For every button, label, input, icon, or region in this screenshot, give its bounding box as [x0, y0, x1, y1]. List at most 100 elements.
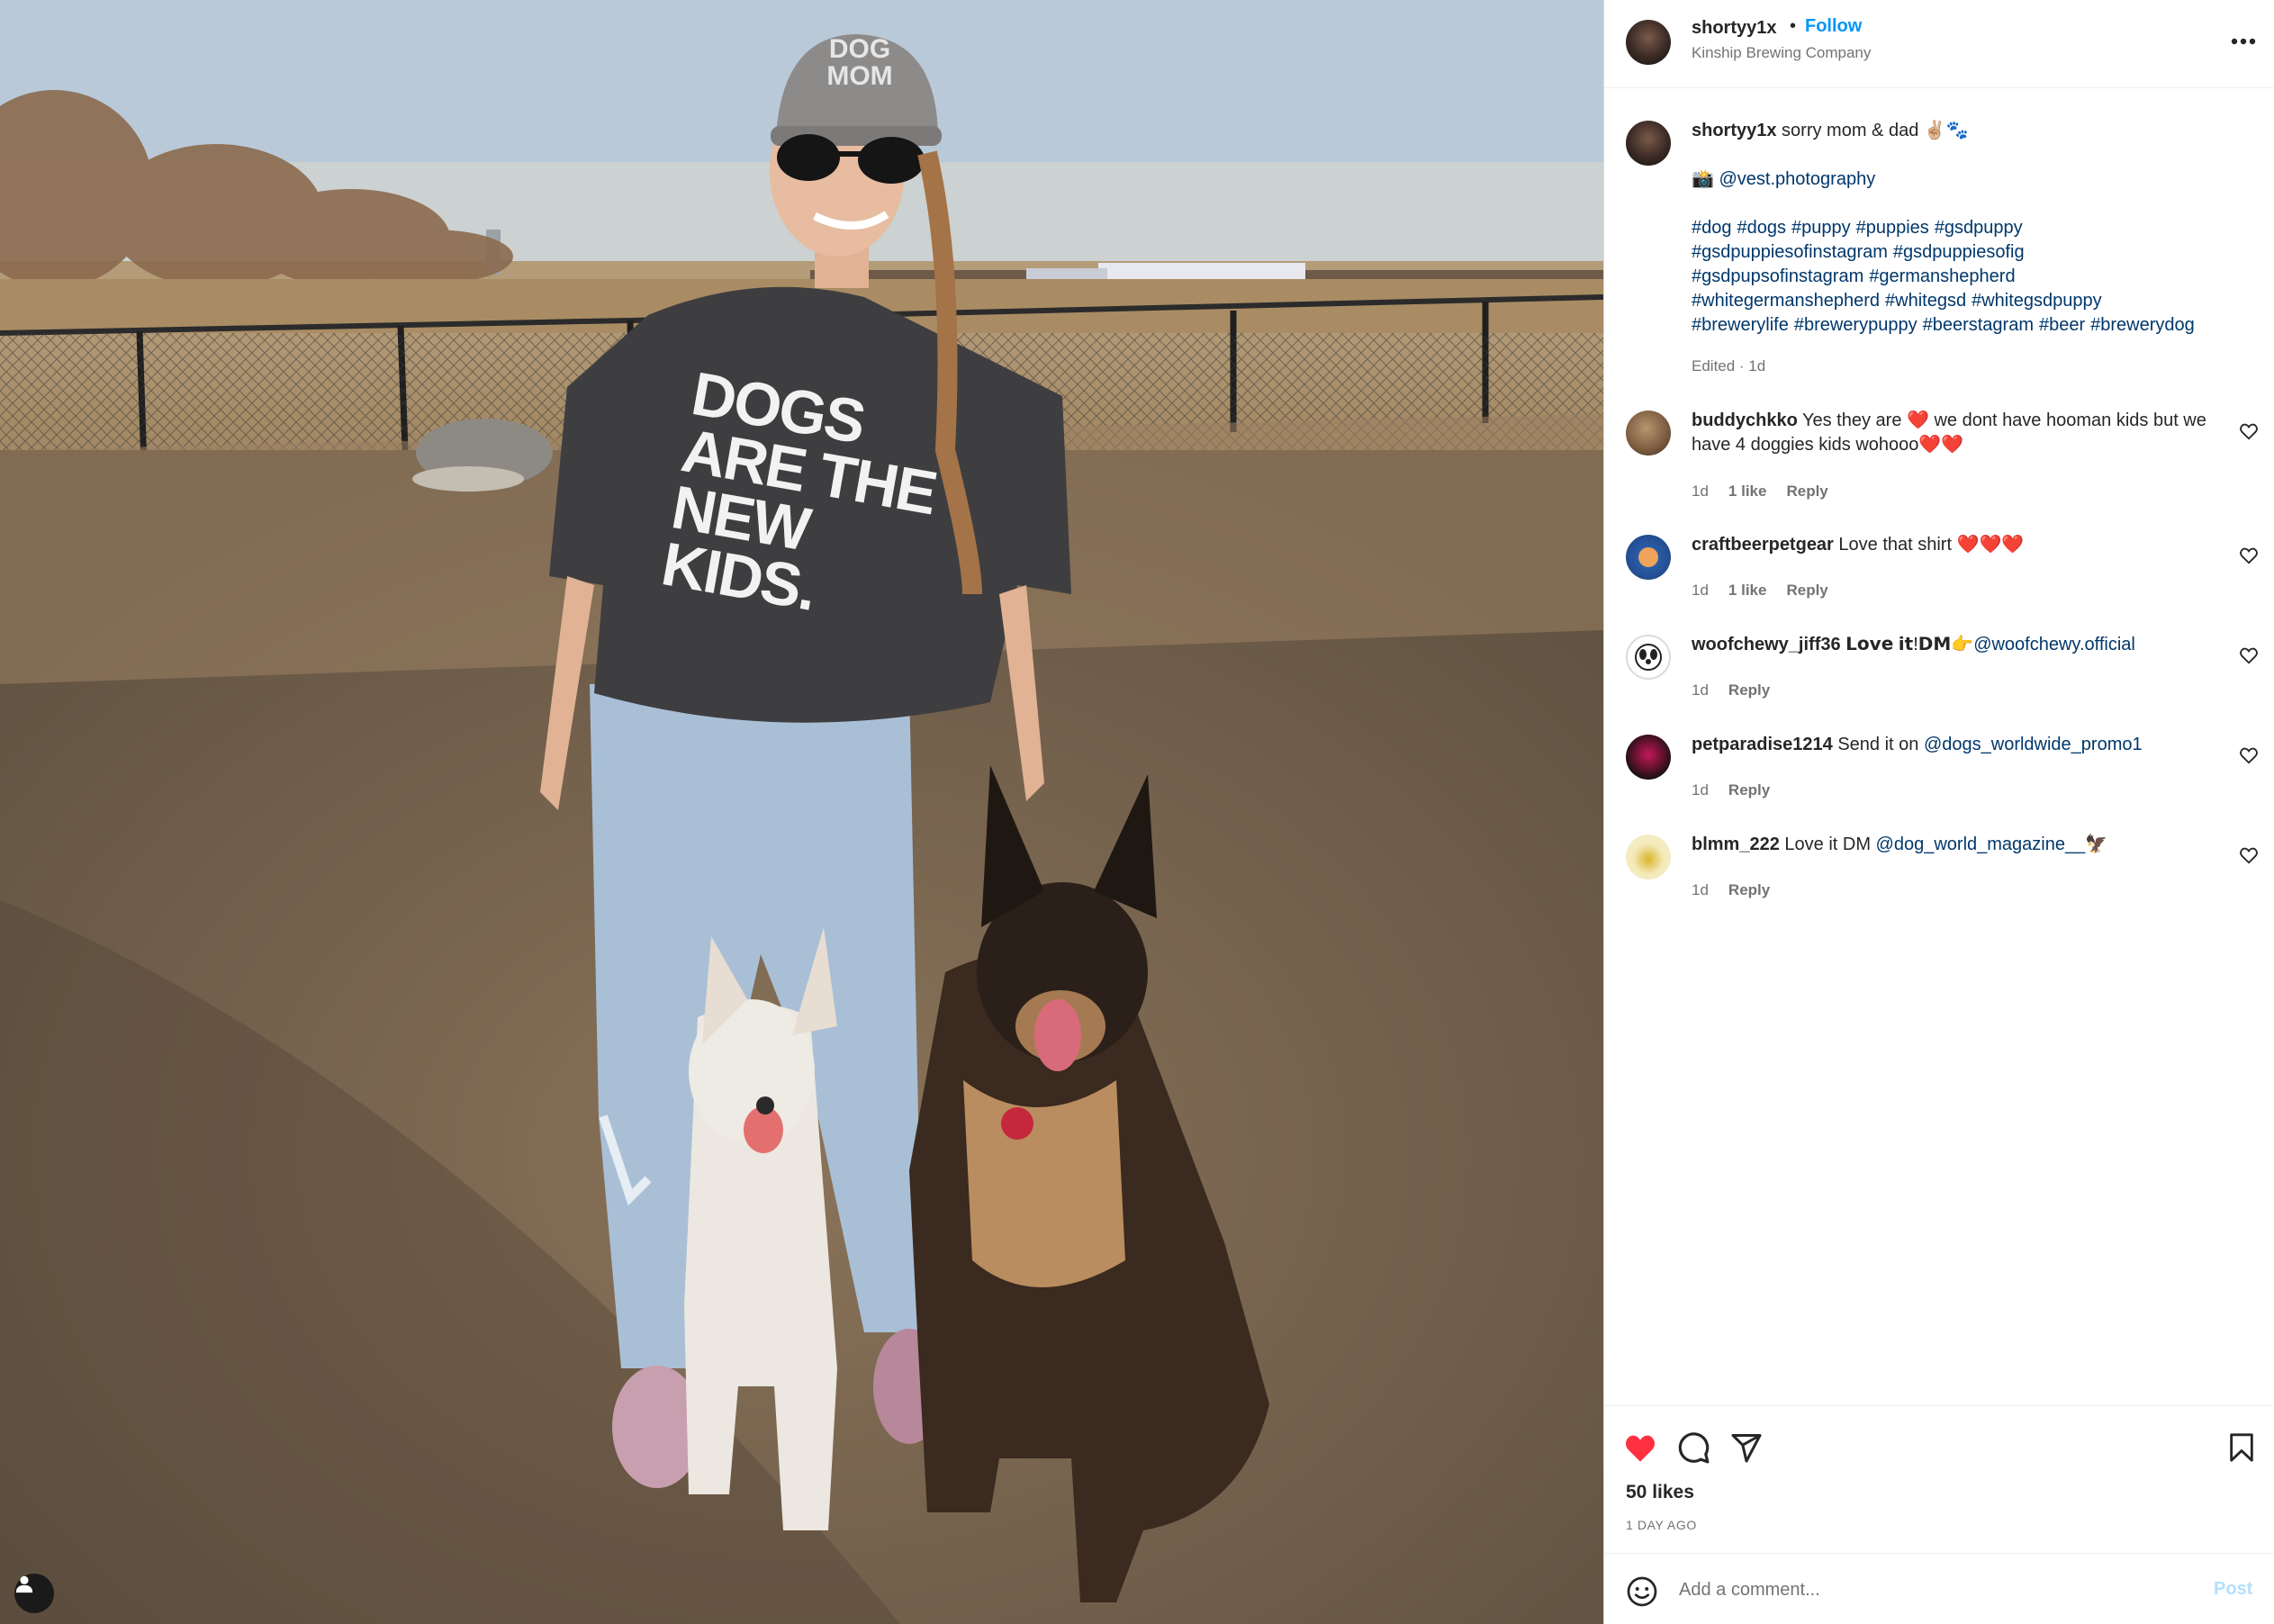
comment-time: 1d: [1692, 781, 1709, 798]
comment-text: blmm_222 Love it DM @dog_world_magazine_…: [1692, 833, 2223, 857]
comment-body: 𝗟𝗼𝘃𝗲 𝗶𝘁!𝗗𝗠👉: [1840, 635, 1974, 654]
hashtag[interactable]: #gsdpupsofinstagram: [1692, 266, 1863, 286]
hashtag[interactable]: #puppy: [1791, 218, 1851, 238]
user-tag-icon: [15, 1575, 33, 1593]
comment-reply-button[interactable]: Reply: [1728, 781, 1770, 798]
author-username[interactable]: shortyy1x: [1692, 18, 1777, 39]
follow-button[interactable]: Follow: [1805, 16, 1862, 37]
comment-time: 1d: [1692, 681, 1709, 699]
comment-time: 1d: [1692, 582, 1709, 599]
post-date: 1 DAY AGO: [1626, 1518, 1697, 1532]
comment-likes[interactable]: 1 like: [1728, 582, 1767, 599]
comment-text: woofchewy_jiff36 𝗟𝗼𝘃𝗲 𝗶𝘁!𝗗𝗠👉@woofchewy.o…: [1692, 633, 2223, 657]
comment-like-icon[interactable]: [2239, 645, 2259, 665]
comment-like-icon[interactable]: [2239, 421, 2259, 441]
comment-like-icon[interactable]: [2239, 546, 2259, 565]
comment-reply-button[interactable]: Reply: [1728, 881, 1770, 898]
hashtag[interactable]: #whitegermanshepherd: [1692, 291, 1880, 311]
comment-emoji: 🦅: [2085, 835, 2108, 854]
camera-emoji: 📸: [1692, 169, 1714, 189]
caption-username[interactable]: shortyy1x: [1692, 121, 1777, 140]
comment-meta: 1d Reply: [1692, 681, 1790, 699]
commenter-avatar[interactable]: [1626, 735, 1671, 780]
comment-meta: 1d Reply: [1692, 781, 1790, 799]
more-options-icon: [2231, 38, 2256, 45]
post-location[interactable]: Kinship Brewing Company: [1692, 44, 1871, 62]
user-tag-button[interactable]: [14, 1574, 54, 1613]
photo-credit-mention[interactable]: @vest.photography: [1719, 169, 1875, 189]
hashtag[interactable]: #gsdpuppiesofig: [1893, 242, 2025, 262]
photo-scene: [0, 0, 1603, 1624]
hashtag[interactable]: #whitegsd: [1885, 291, 1966, 311]
comment-meta: 1d 1 like Reply: [1692, 582, 1848, 600]
comment-reply-button[interactable]: Reply: [1786, 582, 1827, 599]
comment-time: 1d: [1692, 881, 1709, 898]
add-comment-bar: Post: [1604, 1553, 2274, 1624]
comment-like-icon[interactable]: [2239, 845, 2259, 865]
comment-body: Send it on: [1832, 735, 1924, 754]
caption-body: sorry mom & dad ✌🏼🐾: [1776, 121, 1969, 140]
commenter-avatar[interactable]: [1626, 411, 1671, 456]
caption-avatar[interactable]: [1626, 121, 1671, 166]
hashtag[interactable]: #beer: [2039, 315, 2085, 335]
hashtag[interactable]: #puppies: [1856, 218, 1929, 238]
commenter-username[interactable]: woofchewy_jiff36: [1692, 635, 1841, 654]
comment-text: petparadise1214 Send it on @dogs_worldwi…: [1692, 733, 2223, 757]
comment-meta: 1d Reply: [1692, 881, 1790, 899]
bookmark-icon: [2230, 1433, 2253, 1462]
share-button[interactable]: [1727, 1428, 1766, 1467]
hat-text: DOG MOM: [815, 36, 905, 90]
likes-count[interactable]: 50 likes: [1626, 1482, 1694, 1503]
comment-likes[interactable]: 1 like: [1728, 483, 1767, 500]
like-button[interactable]: [1620, 1428, 1660, 1467]
shirt-text: DOGS ARE THE NEW KIDS.: [657, 359, 964, 638]
hashtag[interactable]: #gsdpuppy: [1935, 218, 2023, 238]
post-actions: 50 likes 1 DAY AGO: [1604, 1405, 2274, 1540]
commenter-avatar[interactable]: [1626, 835, 1671, 880]
heart-filled-icon: [1625, 1435, 1656, 1462]
post-header: shortyy1x • Follow Kinship Brewing Compa…: [1604, 0, 2274, 88]
commenter-username[interactable]: petparadise1214: [1692, 735, 1833, 754]
comment-text: buddychkko Yes they are ❤️ we dont have …: [1692, 409, 2223, 457]
comment-mention[interactable]: @dogs_worldwide_promo1: [1924, 735, 2143, 754]
hashtag[interactable]: #brewerydog: [2090, 315, 2195, 335]
more-options-button[interactable]: [2225, 23, 2261, 59]
paper-plane-icon: [1731, 1434, 1762, 1463]
comment-reply-button[interactable]: Reply: [1728, 681, 1770, 699]
comment-input[interactable]: [1679, 1572, 2165, 1608]
comment-reply-button[interactable]: Reply: [1786, 483, 1827, 500]
commenter-avatar[interactable]: [1626, 535, 1671, 580]
comment-body: Love that shirt ❤️❤️❤️: [1833, 535, 2025, 555]
emoji-button[interactable]: [1624, 1574, 1660, 1610]
post-photo[interactable]: DOG MOM DOGS ARE THE NEW KIDS.: [0, 0, 1603, 1624]
commenter-avatar[interactable]: [1626, 635, 1671, 680]
comment-mention[interactable]: @dog_world_magazine__: [1876, 835, 2086, 854]
hashtag[interactable]: #brewerypuppy: [1794, 315, 1918, 335]
hashtag[interactable]: #dogs: [1737, 218, 1787, 238]
hashtag[interactable]: #brewerylife: [1692, 315, 1789, 335]
post-side-panel: shortyy1x • Follow Kinship Brewing Compa…: [1603, 0, 2274, 1624]
commenter-username[interactable]: buddychkko: [1692, 411, 1798, 430]
hashtag[interactable]: #beerstagram: [1923, 315, 2034, 335]
save-button[interactable]: [2222, 1428, 2261, 1467]
hashtag[interactable]: #whitegsdpuppy: [1972, 291, 2102, 311]
photo-credit: 📸 @vest.photography: [1692, 167, 1875, 190]
author-avatar[interactable]: [1626, 20, 1671, 65]
comment-button[interactable]: [1674, 1428, 1713, 1467]
post-comment-button[interactable]: Post: [2214, 1579, 2252, 1600]
smiley-icon: [1627, 1576, 1657, 1607]
hat-text-line-2: MOM: [826, 61, 893, 91]
comment-mention[interactable]: @woofchewy.official: [1973, 635, 2135, 654]
separator-dot: •: [1790, 16, 1797, 36]
hashtag[interactable]: #dog: [1692, 218, 1732, 238]
commenter-username[interactable]: craftbeerpetgear: [1692, 535, 1834, 555]
comment-body: Love it DM: [1779, 835, 1876, 854]
hat-text-line-1: DOG: [828, 34, 891, 64]
hashtag[interactable]: #germanshepherd: [1869, 266, 2015, 286]
comment-time: 1d: [1692, 483, 1709, 500]
commenter-username[interactable]: blmm_222: [1692, 835, 1780, 854]
caption-text: shortyy1x sorry mom & dad ✌🏼🐾: [1692, 119, 2259, 143]
comment-like-icon[interactable]: [2239, 745, 2259, 765]
hashtag-list: #dog #dogs #puppy #puppies #gsdpuppy #gsdpup…: [1692, 216, 2259, 338]
hashtag[interactable]: #gsdpuppiesofinstagram: [1692, 242, 1888, 262]
